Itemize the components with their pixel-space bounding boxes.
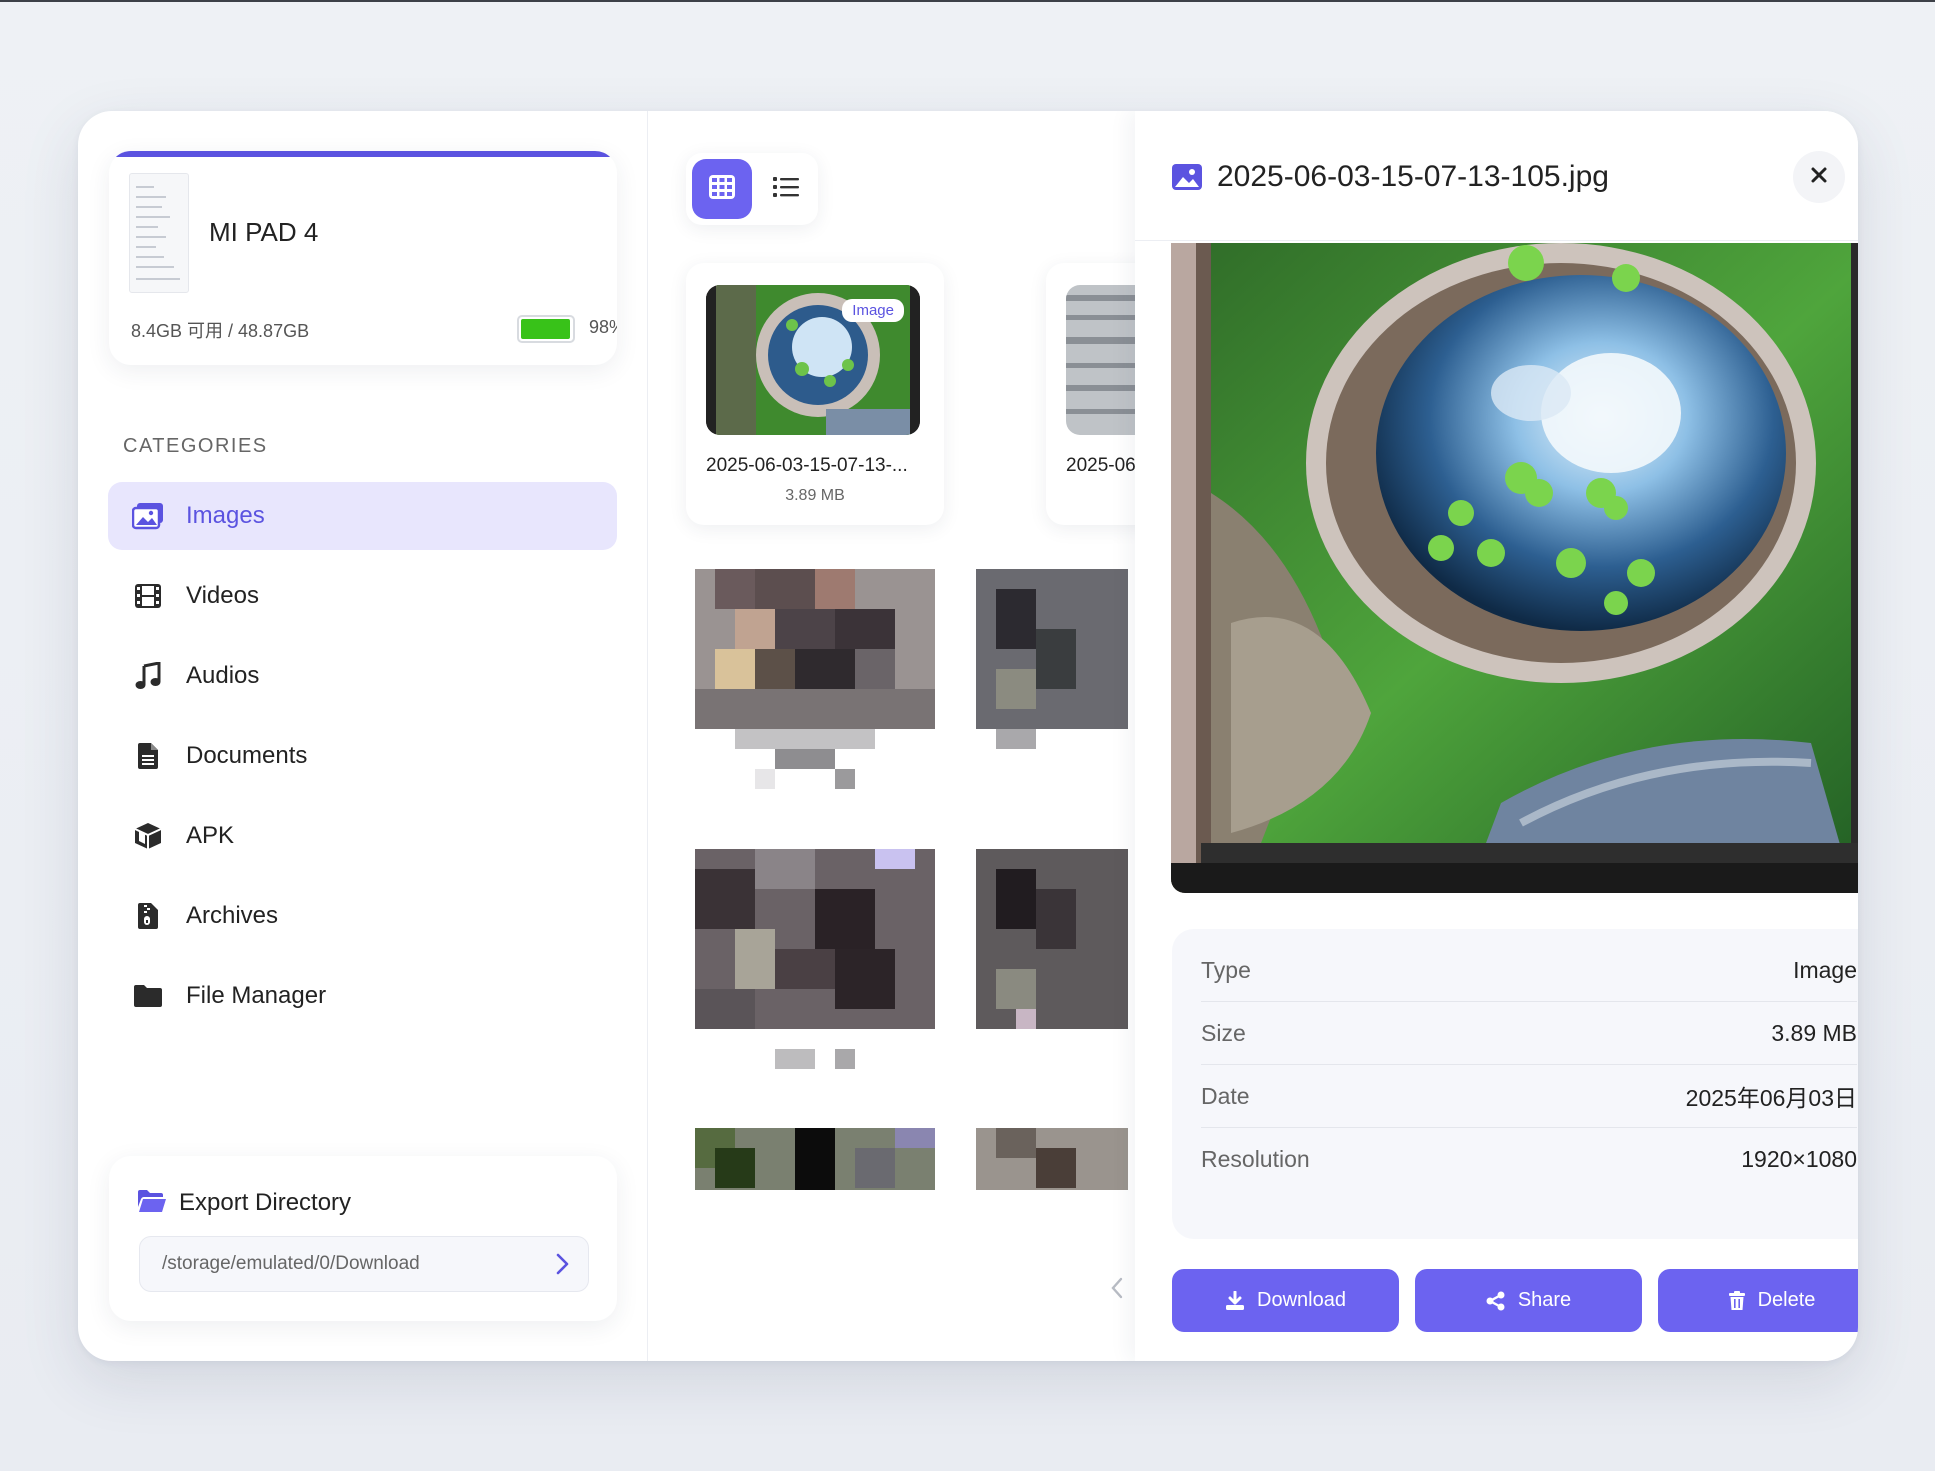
device-name: MI PAD 4 bbox=[209, 217, 319, 247]
metadata-key: Date bbox=[1201, 1082, 1250, 1109]
export-directory-title: Export Directory bbox=[179, 1189, 352, 1216]
collapse-arrow-icon[interactable] bbox=[1110, 1276, 1124, 1305]
sidebar-item-label: Documents bbox=[186, 742, 308, 769]
blurred-thumbnail[interactable] bbox=[976, 1128, 1128, 1190]
metadata-key: Size bbox=[1201, 1019, 1246, 1046]
share-button[interactable]: Share bbox=[1415, 1269, 1642, 1332]
categories-heading: CATEGORIES bbox=[123, 435, 268, 457]
metadata-value: 2025年06月03日 bbox=[1685, 1085, 1857, 1111]
blurred-thumbnail[interactable] bbox=[976, 569, 1128, 809]
image-preview bbox=[1171, 243, 1858, 893]
metadata-value: 1920×1080 bbox=[1741, 1146, 1857, 1172]
metadata-value: 3.89 MB bbox=[1771, 1019, 1857, 1046]
sidebar-item-label: APK bbox=[186, 822, 235, 849]
sidebar-item-label: Videos bbox=[186, 582, 259, 609]
battery-indicator bbox=[517, 315, 575, 343]
close-button[interactable] bbox=[1793, 151, 1845, 203]
battery-percent: 98% bbox=[589, 317, 617, 337]
export-path-text: /storage/emulated/0/Download bbox=[162, 1253, 420, 1274]
download-icon bbox=[1225, 1290, 1245, 1311]
blurred-thumbnail[interactable] bbox=[695, 569, 935, 809]
sidebar-item-file-manager[interactable]: File Manager bbox=[108, 962, 617, 1030]
folder-icon bbox=[132, 980, 164, 1012]
file-details-panel: 2025-06-03-15-07-13-105.jpg Type Image S… bbox=[1135, 111, 1858, 1361]
sidebar-item-audios[interactable]: Audios bbox=[108, 642, 617, 710]
images-icon bbox=[132, 500, 164, 532]
share-label: Share bbox=[1517, 1289, 1572, 1311]
package-icon bbox=[132, 820, 164, 852]
view-toggle bbox=[686, 153, 818, 225]
blurred-thumbnail[interactable] bbox=[976, 849, 1128, 1089]
file-card[interactable]: Image 2025-06-03-15-07-13-... 3.89 MB bbox=[686, 263, 944, 525]
grid-icon bbox=[708, 174, 736, 205]
document-icon bbox=[132, 740, 164, 772]
music-icon bbox=[132, 660, 164, 692]
trash-icon bbox=[1728, 1290, 1746, 1311]
device-card-accent bbox=[109, 151, 617, 157]
blurred-thumbnail[interactable] bbox=[695, 849, 935, 1089]
sidebar-item-label: File Manager bbox=[186, 982, 327, 1009]
file-thumbnail: Image bbox=[706, 285, 920, 435]
list-view-button[interactable] bbox=[758, 159, 814, 219]
archive-icon bbox=[132, 900, 164, 932]
metadata-row-type: Type Image bbox=[1201, 939, 1857, 1002]
chevron-right-icon bbox=[556, 1252, 570, 1281]
download-label: Download bbox=[1257, 1289, 1346, 1311]
blurred-thumbnail[interactable] bbox=[695, 1128, 935, 1190]
delete-label: Delete bbox=[1757, 1289, 1816, 1311]
metadata-row-date: Date 2025年06月03日 bbox=[1201, 1065, 1857, 1128]
close-icon bbox=[1810, 166, 1828, 189]
battery-fill bbox=[521, 319, 570, 339]
sidebar: MI PAD 4 8.4GB 可用 / 48.87GB 98% CATEGORI… bbox=[78, 111, 648, 1361]
sidebar-item-label: Images bbox=[186, 502, 265, 529]
screen-top-border bbox=[0, 0, 1935, 2]
panel-title: 2025-06-03-15-07-13-105.jpg bbox=[1217, 160, 1609, 193]
image-icon bbox=[1171, 163, 1203, 196]
file-size: 3.89 MB bbox=[785, 487, 845, 504]
storage-info: 8.4GB 可用 / 48.87GB bbox=[131, 321, 310, 341]
metadata-row-size: Size 3.89 MB bbox=[1201, 1002, 1857, 1065]
sidebar-item-label: Audios bbox=[186, 662, 260, 689]
delete-button[interactable]: Delete bbox=[1658, 1269, 1858, 1332]
sidebar-item-label: Archives bbox=[186, 902, 279, 929]
metadata-key: Resolution bbox=[1201, 1146, 1310, 1172]
file-metadata-card: Type Image Size 3.89 MB Date 2025年06月03日… bbox=[1172, 929, 1858, 1239]
panel-header: 2025-06-03-15-07-13-105.jpg bbox=[1135, 111, 1858, 241]
device-card[interactable]: MI PAD 4 8.4GB 可用 / 48.87GB 98% bbox=[109, 151, 617, 365]
metadata-key: Type bbox=[1201, 956, 1251, 983]
file-name: 2025-06 bbox=[1066, 455, 1136, 476]
export-path-selector[interactable]: /storage/emulated/0/Download bbox=[139, 1236, 589, 1292]
file-name: 2025-06-03-15-07-13-... bbox=[706, 455, 908, 476]
download-button[interactable]: Download bbox=[1172, 1269, 1399, 1332]
film-icon bbox=[132, 580, 164, 612]
sidebar-item-archives[interactable]: Archives bbox=[108, 882, 617, 950]
app-window: MI PAD 4 8.4GB 可用 / 48.87GB 98% CATEGORI… bbox=[78, 111, 1858, 1361]
share-icon bbox=[1486, 1291, 1506, 1311]
list-icon bbox=[772, 175, 800, 204]
metadata-row-resolution: Resolution 1920×1080 bbox=[1201, 1128, 1857, 1191]
sidebar-item-documents[interactable]: Documents bbox=[108, 722, 617, 790]
sidebar-item-videos[interactable]: Videos bbox=[108, 562, 617, 630]
folder-open-icon bbox=[137, 1189, 167, 1218]
export-directory-card: Export Directory /storage/emulated/0/Dow… bbox=[109, 1156, 617, 1321]
file-type-badge: Image bbox=[842, 299, 904, 322]
sidebar-item-apk[interactable]: APK bbox=[108, 802, 617, 870]
device-screenshot-thumbnail bbox=[129, 173, 189, 293]
grid-view-button[interactable] bbox=[692, 159, 752, 219]
file-grid-area: Image 2025-06-03-15-07-13-... 3.89 MB 20… bbox=[648, 111, 1304, 1361]
metadata-value: Image bbox=[1793, 956, 1857, 983]
sidebar-item-images[interactable]: Images bbox=[108, 482, 617, 550]
